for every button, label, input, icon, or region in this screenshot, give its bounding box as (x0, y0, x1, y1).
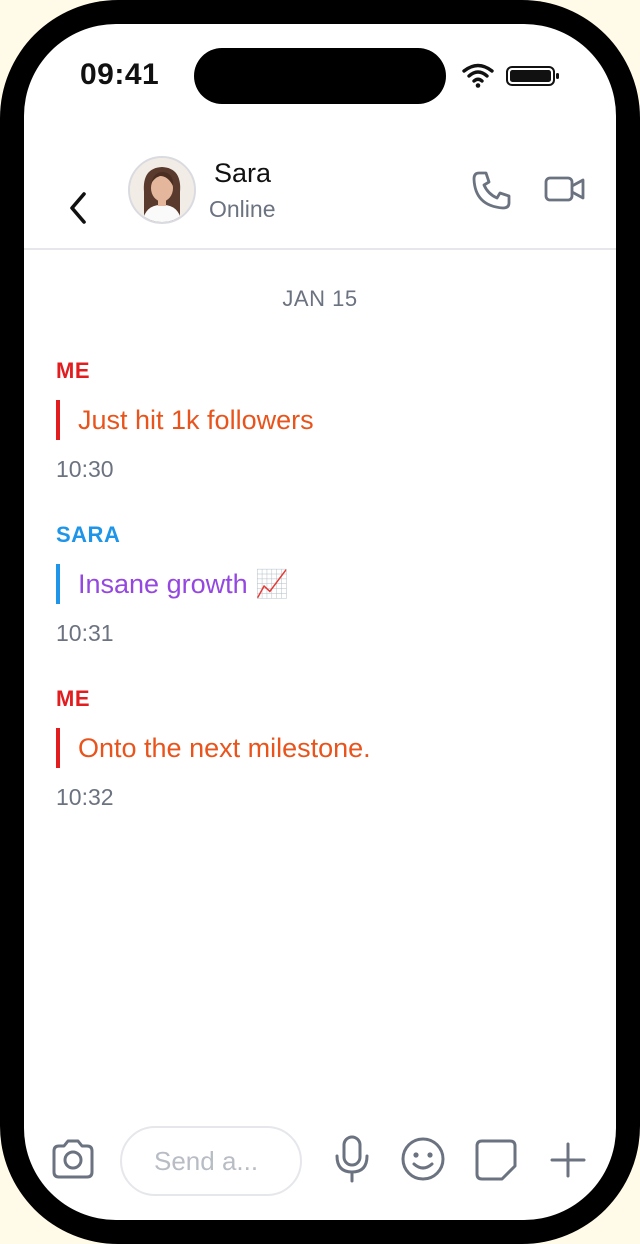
contact-name: Sara (214, 158, 272, 188)
message-sender: SARA (56, 522, 121, 547)
video-camera-icon[interactable] (544, 174, 586, 206)
plus-icon[interactable] (548, 1140, 588, 1180)
dynamic-island (194, 48, 446, 104)
contact-status: Online (209, 196, 276, 222)
chevron-left-icon[interactable] (64, 190, 94, 226)
message-time: 10:31 (56, 620, 114, 646)
message-input[interactable] (120, 1126, 302, 1196)
message-time: 10:30 (56, 456, 114, 482)
message-item: ME Onto the next milestone. 10:32 (56, 686, 576, 811)
date-separator: JAN 15 (282, 286, 358, 311)
message-item: SARA Insane growth 📈 10:31 (56, 522, 576, 647)
message-text[interactable]: Just hit 1k followers (56, 400, 576, 440)
camera-icon[interactable] (50, 1136, 96, 1182)
avatar[interactable] (128, 156, 196, 224)
message-text[interactable]: Insane growth 📈 (56, 564, 576, 604)
app-screen: 09:41 Sara Online JAN 15 ME Just hit 1k … (24, 24, 616, 1220)
message-sender: ME (56, 686, 90, 711)
message-text[interactable]: Onto the next milestone. (56, 728, 576, 768)
wifi-icon (462, 63, 494, 88)
sticker-icon[interactable] (474, 1138, 518, 1182)
smiley-icon[interactable] (400, 1136, 446, 1182)
message-time: 10:32 (56, 784, 114, 810)
status-time: 09:41 (80, 58, 160, 91)
phone-frame: 09:41 Sara Online JAN 15 ME Just hit 1k … (0, 0, 640, 1244)
battery-icon (506, 66, 559, 86)
chat-header: Sara Online (24, 144, 616, 250)
microphone-icon[interactable] (332, 1134, 372, 1184)
message-sender: ME (56, 358, 90, 383)
phone-icon[interactable] (470, 170, 512, 212)
message-item: ME Just hit 1k followers 10:30 (56, 358, 576, 483)
avatar-photo (130, 158, 194, 222)
